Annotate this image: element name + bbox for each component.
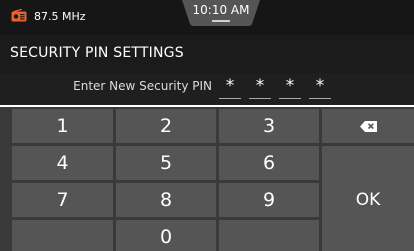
pin-settings-screen: 87.5 MHz 10:10 AM SECURITY PIN SETTINGS …: [0, 0, 414, 251]
key-7[interactable]: 7: [12, 183, 113, 217]
pin-digit-4: *: [315, 76, 325, 96]
pin-slot-line: [219, 98, 241, 99]
pin-slot-line: [249, 98, 271, 99]
key-0[interactable]: 0: [116, 220, 216, 251]
key-9[interactable]: 9: [219, 183, 319, 217]
clock: 10:10 AM: [192, 3, 250, 17]
key-5[interactable]: 5: [116, 146, 216, 180]
pull-down-handle[interactable]: [212, 20, 230, 22]
key-2[interactable]: 2: [116, 109, 216, 143]
key-3[interactable]: 3: [219, 109, 319, 143]
ok-button[interactable]: OK: [322, 146, 414, 251]
pin-digit-2: *: [255, 76, 265, 96]
keypad: 1 2 3 4 5 6 7 8 9 OK 0: [0, 107, 414, 251]
key-4[interactable]: 4: [12, 146, 113, 180]
key-1[interactable]: 1: [12, 109, 113, 143]
pin-prompt: Enter New Security PIN: [73, 79, 212, 93]
pin-digit-1: *: [225, 76, 235, 96]
key-6[interactable]: 6: [219, 146, 319, 180]
backspace-icon: [359, 120, 377, 132]
radio-frequency: 87.5 MHz: [34, 10, 86, 23]
radio-icon: [11, 9, 27, 22]
key-8[interactable]: 8: [116, 183, 216, 217]
pin-digit-3: *: [285, 76, 295, 96]
pin-slot-line: [279, 98, 301, 99]
page-title: SECURITY PIN SETTINGS: [10, 45, 184, 61]
key-blank-left: [12, 220, 113, 251]
key-blank-right: [219, 220, 319, 251]
backspace-button[interactable]: [322, 109, 414, 143]
pin-slot-line: [309, 98, 331, 99]
